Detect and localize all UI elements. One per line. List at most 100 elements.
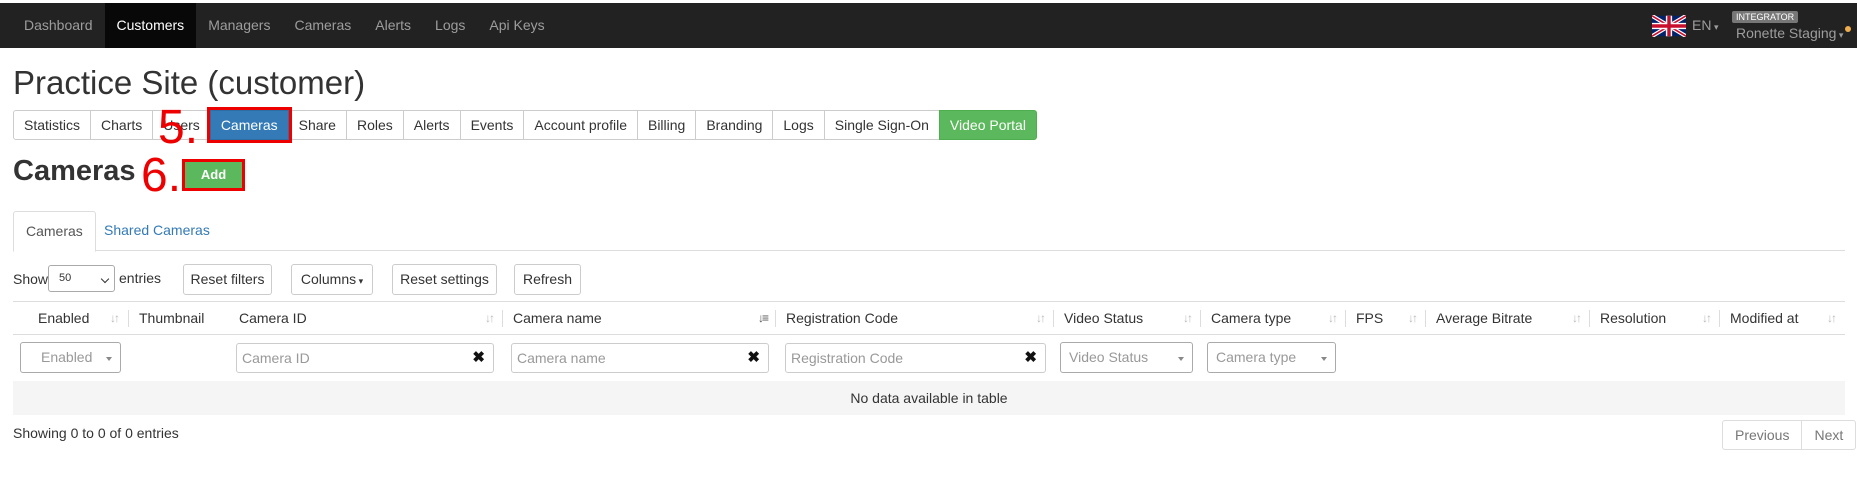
add-camera-button[interactable]: Add	[182, 159, 245, 191]
column-header-camera-id[interactable]: Camera ID ↓↑	[229, 302, 503, 335]
page-size-value: 50	[59, 272, 72, 284]
column-header-video-status[interactable]: Video Status ↓↑	[1054, 302, 1201, 335]
subnav-account-profile[interactable]: Account profile	[523, 110, 638, 140]
column-header-modified-at[interactable]: Modified at ↓↑	[1720, 302, 1845, 335]
camera-tabs: Cameras Shared Cameras	[13, 211, 1845, 252]
refresh-button[interactable]: Refresh	[514, 264, 581, 295]
video-status-placeholder: Video Status	[1069, 349, 1149, 365]
nav-item-managers[interactable]: Managers	[196, 3, 282, 48]
nav-item-logs[interactable]: Logs	[423, 3, 477, 48]
page-size-select[interactable]: 50	[48, 265, 115, 292]
section-title: Cameras	[13, 155, 136, 187]
empty-table-message: No data available in table	[13, 381, 1845, 415]
subnav-statistics[interactable]: Statistics	[13, 110, 92, 140]
column-header-registration-code[interactable]: Registration Code ↓↑	[776, 302, 1054, 335]
role-badge: INTEGRATOR	[1732, 11, 1799, 23]
column-header-average-bitrate[interactable]: Average Bitrate ↓↑	[1426, 302, 1590, 335]
subnav-events[interactable]: Events	[459, 110, 525, 140]
subnav-video-portal[interactable]: Video Portal	[938, 110, 1037, 140]
sort-icon: ↓↑	[1036, 311, 1046, 325]
user-name: Ronette Staging	[1736, 25, 1837, 41]
column-label: Registration Code	[786, 310, 899, 326]
camera-name-placeholder: Camera name	[517, 350, 606, 366]
user-menu[interactable]: Ronette Staging ▾	[1736, 25, 1843, 41]
nav-item-customers[interactable]: Customers	[104, 3, 197, 48]
caret-down-icon: ▾	[1711, 22, 1719, 32]
column-label: Camera type	[1211, 310, 1292, 326]
caret-down-icon: ▾	[356, 276, 364, 286]
clear-icon[interactable]: ✖	[1024, 344, 1037, 372]
sort-icon: ↓↑	[110, 311, 120, 325]
enabled-filter-select[interactable]: Enabled	[20, 342, 121, 373]
subnav-logs[interactable]: Logs	[772, 110, 825, 140]
top-navbar: Dashboard Customers Managers Cameras Ale…	[0, 3, 1857, 48]
sort-icon: ↓↑	[1408, 311, 1418, 325]
reset-filters-button[interactable]: Reset filters	[183, 264, 272, 295]
nav-item-api-keys[interactable]: Api Keys	[477, 3, 556, 48]
tab-cameras[interactable]: Cameras	[13, 211, 96, 252]
column-header-enabled[interactable]: Enabled ↓↑	[13, 302, 129, 335]
camera-id-placeholder: Camera ID	[242, 350, 310, 366]
camera-id-filter-input[interactable]: Camera ID ✖	[236, 343, 494, 373]
nav-item-alerts[interactable]: Alerts	[363, 3, 423, 48]
sort-icon: ↓↑	[1702, 311, 1712, 325]
camera-type-filter-select[interactable]: Camera type	[1207, 342, 1336, 373]
language-dropdown[interactable]: EN ▾	[1692, 3, 1718, 50]
subnav-billing[interactable]: Billing	[636, 110, 697, 140]
subnav-branding[interactable]: Branding	[695, 110, 774, 140]
column-header-fps[interactable]: FPS ↓↑	[1346, 302, 1426, 335]
subnav-charts[interactable]: Charts	[90, 110, 154, 140]
reset-settings-button[interactable]: Reset settings	[392, 264, 497, 295]
step-6-annotation: 6.	[141, 149, 182, 202]
subnav-roles[interactable]: Roles	[345, 110, 404, 140]
status-dot	[1845, 26, 1851, 32]
table-header: Enabled ↓↑ Thumbnail Camera ID ↓↑ Camera n…	[13, 301, 1845, 335]
column-label: Video Status	[1064, 310, 1144, 326]
caret-down-icon	[1321, 357, 1327, 361]
filter-row: Enabled Camera ID ✖ Camera name ✖ Regist…	[13, 335, 1845, 381]
caret-down-icon	[1178, 357, 1184, 361]
nav-item-dashboard[interactable]: Dashboard	[12, 3, 105, 48]
caret-down-icon: ▾	[1836, 30, 1844, 40]
camera-type-placeholder: Camera type	[1216, 349, 1297, 365]
column-label: Enabled	[38, 310, 90, 326]
show-label: Show	[13, 271, 49, 287]
sort-icon: ↓↑	[1827, 311, 1837, 325]
page-title: Practice Site (customer)	[13, 64, 366, 101]
sort-icon: ↓↑	[1328, 311, 1338, 325]
uk-flag-icon[interactable]	[1652, 15, 1686, 37]
registration-code-placeholder: Registration Code	[791, 350, 904, 366]
previous-page-button[interactable]: Previous	[1722, 420, 1803, 450]
video-status-filter-select[interactable]: Video Status	[1060, 342, 1193, 373]
columns-label: Columns	[300, 271, 357, 287]
subnav-alerts[interactable]: Alerts	[402, 110, 461, 140]
camera-name-filter-input[interactable]: Camera name ✖	[511, 343, 769, 373]
column-header-camera-name[interactable]: Camera name ↓≡	[503, 302, 776, 335]
nav-item-cameras[interactable]: Cameras	[282, 3, 363, 48]
language-label: EN	[1692, 17, 1712, 33]
registration-code-filter-input[interactable]: Registration Code ✖	[785, 343, 1046, 373]
column-header-resolution[interactable]: Resolution ↓↑	[1590, 302, 1720, 335]
sort-icon: ↓↑	[1572, 311, 1582, 325]
column-label: Resolution	[1600, 310, 1667, 326]
subnav-share[interactable]: Share	[287, 110, 347, 140]
column-label: Average Bitrate	[1436, 310, 1533, 326]
subnav-single-sign-on[interactable]: Single Sign-On	[823, 110, 940, 140]
column-label: FPS	[1356, 310, 1384, 326]
sort-icon: ↓↑	[485, 311, 495, 325]
tab-shared-cameras[interactable]: Shared Cameras	[92, 211, 222, 251]
caret-down-icon	[106, 357, 112, 361]
sort-asc-icon: ↓≡	[758, 311, 769, 325]
column-label: Camera name	[513, 310, 602, 326]
pagination: Previous Next	[1722, 420, 1857, 450]
columns-dropdown-button[interactable]: Columns ▾	[291, 264, 373, 295]
column-header-camera-type[interactable]: Camera type ↓↑	[1201, 302, 1346, 335]
next-page-button[interactable]: Next	[1801, 420, 1857, 450]
subnav-cameras[interactable]: Cameras	[206, 107, 292, 143]
column-label: Camera ID	[239, 310, 307, 326]
column-label: Thumbnail	[139, 310, 205, 326]
clear-icon[interactable]: ✖	[472, 344, 485, 372]
column-label: Modified at	[1730, 310, 1799, 326]
clear-icon[interactable]: ✖	[747, 344, 760, 372]
table-info: Showing 0 to 0 of 0 entries	[13, 425, 179, 441]
